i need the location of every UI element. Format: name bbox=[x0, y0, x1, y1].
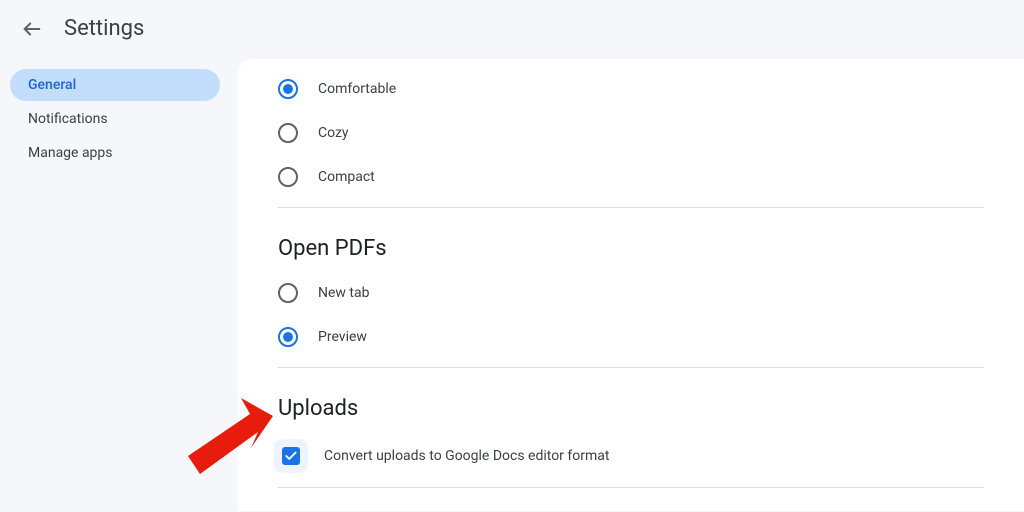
open-pdfs-option-preview[interactable]: Preview bbox=[278, 315, 984, 359]
page-title: Settings bbox=[64, 16, 144, 41]
radio-icon[interactable] bbox=[278, 283, 298, 303]
back-arrow-icon[interactable] bbox=[20, 17, 44, 41]
section-divider bbox=[278, 207, 984, 208]
sidebar-item-label: General bbox=[28, 77, 76, 93]
radio-label: Comfortable bbox=[318, 81, 396, 97]
radio-icon[interactable] bbox=[278, 327, 298, 347]
radio-label: Preview bbox=[318, 329, 367, 345]
uploads-convert-row[interactable]: Convert uploads to Google Docs editor fo… bbox=[278, 431, 984, 479]
settings-header: Settings bbox=[0, 0, 1024, 59]
section-divider bbox=[278, 367, 984, 368]
sidebar-item-manage-apps[interactable]: Manage apps bbox=[10, 137, 220, 169]
sidebar-item-label: Notifications bbox=[28, 111, 108, 127]
checkbox-icon[interactable] bbox=[282, 447, 300, 465]
checkbox-label: Convert uploads to Google Docs editor fo… bbox=[324, 448, 609, 464]
settings-main-card: Comfortable Cozy Compact Open PDFs New t… bbox=[238, 59, 1024, 511]
radio-icon[interactable] bbox=[278, 123, 298, 143]
radio-label: New tab bbox=[318, 285, 369, 301]
radio-label: Cozy bbox=[318, 125, 349, 141]
radio-icon[interactable] bbox=[278, 167, 298, 187]
sidebar-item-label: Manage apps bbox=[28, 145, 113, 161]
uploads-heading: Uploads bbox=[278, 396, 984, 421]
section-divider bbox=[278, 487, 984, 488]
settings-sidebar: General Notifications Manage apps bbox=[0, 59, 230, 511]
sidebar-item-general[interactable]: General bbox=[10, 69, 220, 101]
open-pdfs-option-new-tab[interactable]: New tab bbox=[278, 271, 984, 315]
sidebar-item-notifications[interactable]: Notifications bbox=[10, 103, 220, 135]
density-option-cozy[interactable]: Cozy bbox=[278, 111, 984, 155]
open-pdfs-heading: Open PDFs bbox=[278, 236, 984, 261]
radio-icon[interactable] bbox=[278, 79, 298, 99]
density-option-comfortable[interactable]: Comfortable bbox=[278, 59, 984, 111]
density-option-compact[interactable]: Compact bbox=[278, 155, 984, 199]
radio-label: Compact bbox=[318, 169, 375, 185]
